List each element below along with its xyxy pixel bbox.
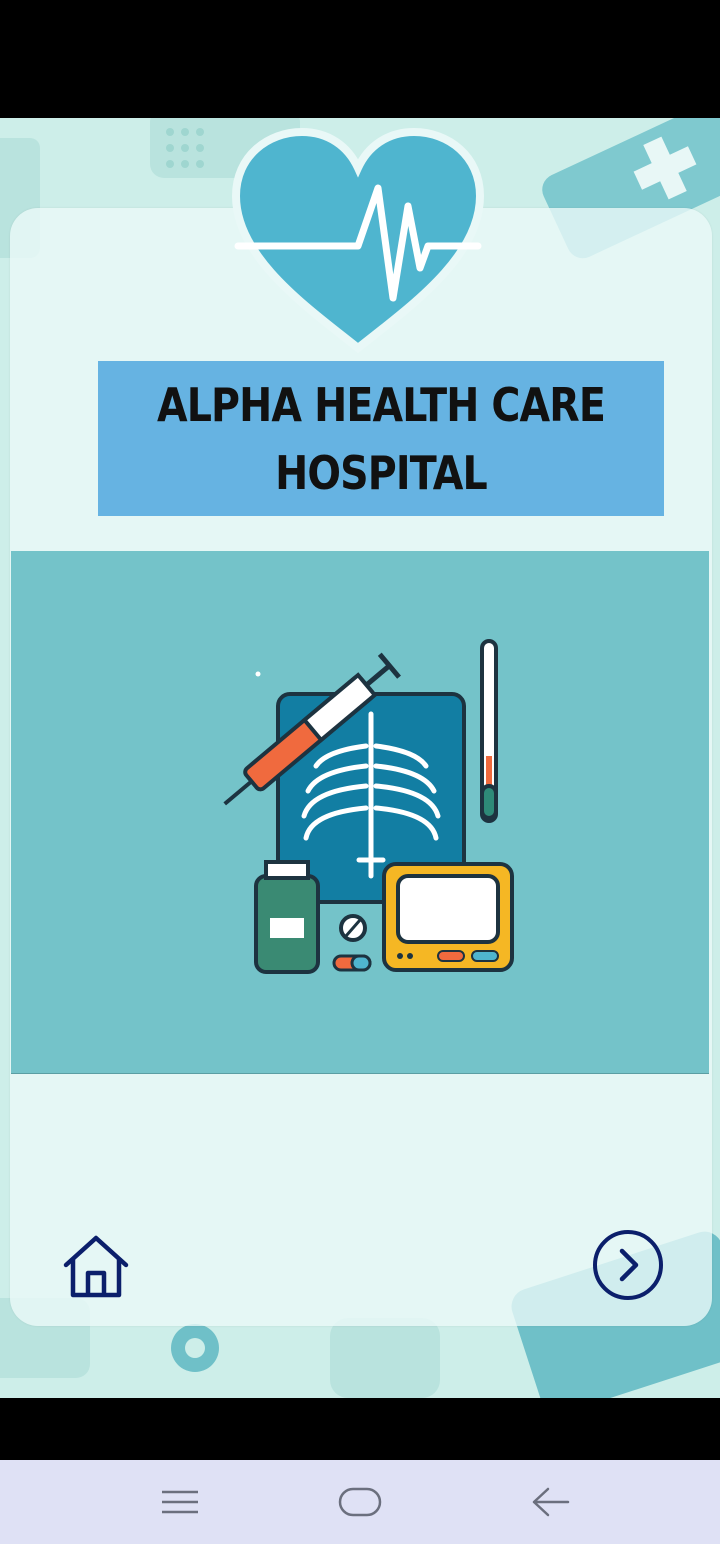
home-icon: [63, 1235, 129, 1298]
home-button[interactable]: [62, 1233, 130, 1301]
hospital-title: ALPHA HEALTH CARE HOSPITAL: [156, 377, 606, 500]
chevron-right-circle-icon: [593, 1230, 663, 1300]
hospital-title-banner: ALPHA HEALTH CARE HOSPITAL: [98, 361, 664, 516]
home-pill-icon: [338, 1487, 382, 1517]
system-home-button[interactable]: [300, 1460, 420, 1544]
next-button[interactable]: [592, 1229, 664, 1301]
system-navigation-bar: [0, 1460, 720, 1544]
menu-icon: [162, 1490, 198, 1514]
heart-pulse-icon: [231, 128, 485, 354]
app-bottom-bar: [0, 1398, 720, 1460]
recent-apps-button[interactable]: [120, 1460, 240, 1544]
system-back-button[interactable]: [490, 1460, 610, 1544]
status-bar: [0, 0, 720, 118]
medical-equipment-illustration: [223, 639, 514, 974]
back-arrow-icon: [532, 1487, 570, 1517]
illustration-panel: [11, 551, 709, 1074]
